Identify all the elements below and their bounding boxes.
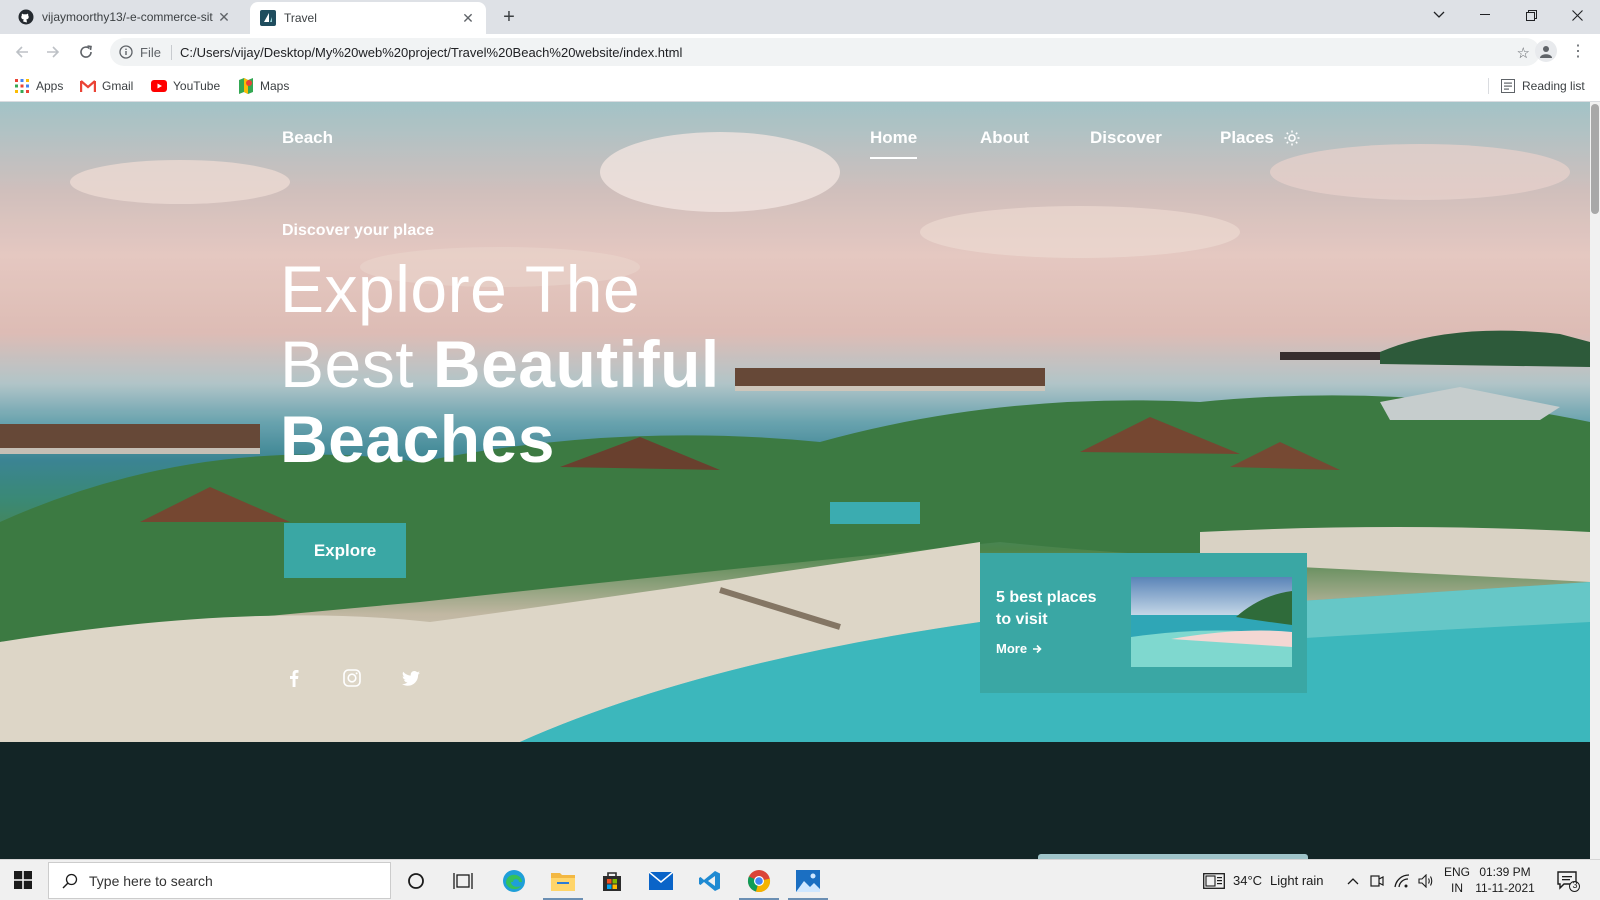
explore-button[interactable]: Explore xyxy=(284,523,406,578)
browser-toolbar: File C:/Users/vijay/Desktop/My%20web%20p… xyxy=(0,34,1600,70)
hero-section: Beach Home About Discover Places Discove… xyxy=(0,102,1590,742)
lang-code: ENG xyxy=(1444,865,1471,879)
bookmark-gmail[interactable]: Gmail xyxy=(80,77,133,95)
taskbar-search-input[interactable]: Type here to search xyxy=(48,862,391,899)
arrow-right-icon xyxy=(1032,644,1042,654)
notifications-icon[interactable]: 3 xyxy=(1556,869,1580,893)
photos-icon[interactable] xyxy=(792,865,824,897)
file-explorer-icon[interactable] xyxy=(547,865,579,897)
lang-region: IN xyxy=(1451,881,1463,895)
forward-arrow-icon[interactable] xyxy=(41,40,65,64)
bookmark-label: Gmail xyxy=(102,79,134,93)
search-icon xyxy=(61,872,79,890)
restore-icon[interactable] xyxy=(1508,0,1554,30)
tab-title: vijaymoorthy13/-e-commerce-sit xyxy=(42,10,213,24)
instagram-icon[interactable] xyxy=(342,668,362,688)
close-tab-icon[interactable]: ✕ xyxy=(460,10,476,26)
scrollbar-thumb[interactable] xyxy=(1591,104,1599,214)
bookmarks-bar: Apps Gmail YouTube Maps Reading list xyxy=(0,70,1600,102)
windows-start-icon[interactable] xyxy=(14,871,34,891)
headline-line-3: Beaches xyxy=(280,402,556,476)
volume-icon[interactable] xyxy=(1418,860,1434,900)
travel-favicon-icon xyxy=(260,10,276,26)
windows-taskbar: Type here to search 34°C Light rain ENG … xyxy=(0,859,1600,900)
tab-search-icon[interactable] xyxy=(1416,0,1462,30)
maps-icon xyxy=(238,78,254,94)
featured-places-card[interactable]: 5 best places to visit More xyxy=(980,553,1307,693)
weather-condition: Light rain xyxy=(1270,873,1324,888)
reading-list-label: Reading list xyxy=(1522,79,1585,93)
tab-github[interactable]: vijaymoorthy13/-e-commerce-sit ✕ xyxy=(8,0,242,34)
browser-menu-icon[interactable]: ⋮ xyxy=(1568,40,1588,62)
new-tab-button[interactable]: + xyxy=(496,4,522,30)
headline-line-1: Explore The xyxy=(280,252,641,326)
bookmark-label: Maps xyxy=(260,79,290,93)
url-text[interactable]: C:/Users/vijay/Desktop/My%20web%20projec… xyxy=(180,45,1540,60)
hero-headline: Explore The Best Beautiful Beaches xyxy=(280,252,840,477)
headline-line-2: Best xyxy=(280,327,433,401)
bookmark-label: YouTube xyxy=(173,79,221,93)
task-view-icon[interactable] xyxy=(447,865,479,897)
tab-travel[interactable]: Travel ✕ xyxy=(250,2,486,34)
bookmark-divider xyxy=(1488,78,1489,94)
headline-bold-word: Beautiful xyxy=(432,327,720,401)
chrome-icon[interactable] xyxy=(743,865,775,897)
show-hidden-icons-icon[interactable] xyxy=(1347,860,1359,900)
gmail-icon xyxy=(80,78,96,94)
reading-list-button[interactable]: Reading list xyxy=(1500,77,1585,95)
youtube-icon xyxy=(151,78,167,94)
site-info-icon[interactable] xyxy=(118,44,134,60)
mail-icon[interactable] xyxy=(645,865,677,897)
vscode-icon[interactable] xyxy=(694,865,726,897)
clock-time: 01:39 PM xyxy=(1479,865,1531,879)
nav-home[interactable]: Home xyxy=(870,128,917,148)
clock-date: 11-11-2021 xyxy=(1475,881,1535,895)
system-clock[interactable]: 01:39 PM 11-11-2021 xyxy=(1470,864,1540,896)
card-more-label: More xyxy=(996,641,1028,656)
tab-title: Travel xyxy=(284,11,317,25)
wifi-icon[interactable] xyxy=(1394,860,1410,900)
weather-icon xyxy=(1203,872,1225,889)
github-icon xyxy=(18,9,34,25)
twitter-icon[interactable] xyxy=(401,668,421,688)
reading-list-icon xyxy=(1500,78,1516,94)
bookmark-label: Apps xyxy=(36,79,64,93)
tab-strip: vijaymoorthy13/-e-commerce-sit ✕ Travel … xyxy=(0,0,1600,34)
close-tab-icon[interactable]: ✕ xyxy=(216,9,232,25)
bookmark-youtube[interactable]: YouTube xyxy=(151,77,220,95)
hero-subtitle: Discover your place xyxy=(282,222,435,239)
page-viewport: Beach Home About Discover Places Discove… xyxy=(0,102,1590,859)
nav-discover[interactable]: Discover xyxy=(1090,128,1162,148)
nav-about[interactable]: About xyxy=(980,128,1029,148)
site-logo[interactable]: Beach xyxy=(282,128,333,148)
search-placeholder: Type here to search xyxy=(89,872,213,889)
sun-icon[interactable] xyxy=(1282,128,1302,148)
close-window-icon[interactable] xyxy=(1554,0,1600,30)
bookmark-maps[interactable]: Maps xyxy=(238,77,289,95)
notifications-count: 3 xyxy=(1572,880,1578,890)
meet-now-icon[interactable] xyxy=(1370,860,1384,900)
address-bar[interactable]: File C:/Users/vijay/Desktop/My%20web%20p… xyxy=(110,38,1540,66)
page-scrollbar[interactable] xyxy=(1590,102,1600,859)
weather-temp: 34°C xyxy=(1233,873,1263,888)
minimize-icon[interactable] xyxy=(1462,0,1508,30)
back-arrow-icon[interactable] xyxy=(10,40,34,64)
bookmark-apps[interactable]: Apps xyxy=(14,77,63,95)
card-beach-image xyxy=(1131,577,1292,667)
edge-browser-icon[interactable] xyxy=(498,865,530,897)
profile-avatar-icon[interactable] xyxy=(1535,40,1557,62)
nav-places[interactable]: Places xyxy=(1220,128,1274,148)
facebook-icon[interactable] xyxy=(284,668,304,688)
weather-widget[interactable]: 34°C Light rain xyxy=(1203,860,1324,900)
bookmark-star-icon[interactable]: ☆ xyxy=(1517,44,1530,62)
card-title: 5 best places to visit xyxy=(996,589,1097,628)
input-language-indicator[interactable]: ENG IN xyxy=(1444,864,1470,896)
url-scheme: File xyxy=(140,44,172,60)
cortana-icon[interactable] xyxy=(400,865,432,897)
nav-active-indicator xyxy=(870,157,917,159)
card-more-link[interactable]: More xyxy=(996,641,1042,656)
reload-icon[interactable] xyxy=(74,40,98,64)
apps-grid-icon xyxy=(14,78,30,94)
microsoft-store-icon[interactable] xyxy=(596,865,628,897)
